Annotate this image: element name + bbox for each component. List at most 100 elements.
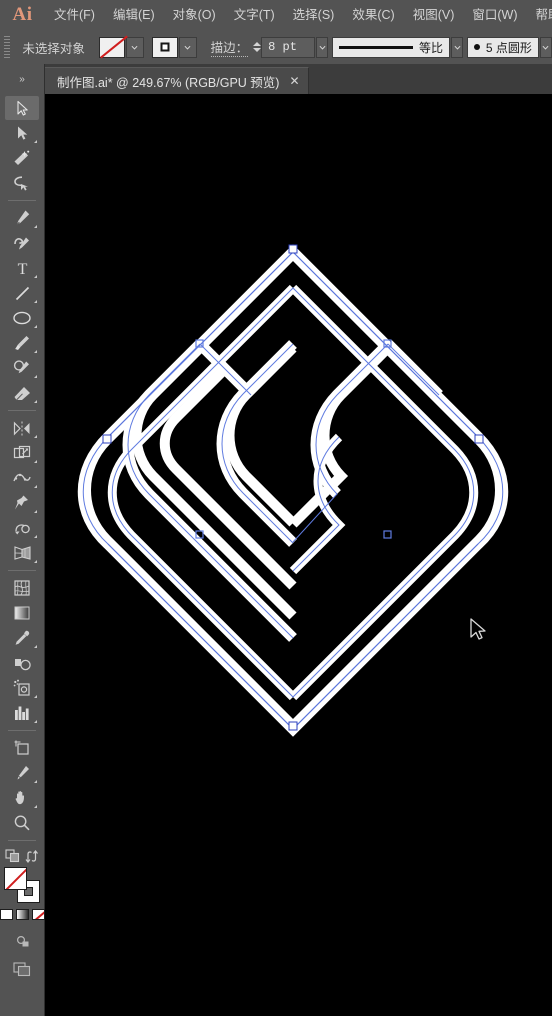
mesh-icon [14,580,30,596]
menu-item-type[interactable]: 文字(T) [225,0,284,30]
tool-expand-corner [34,460,37,463]
tool-expand-corner [34,325,37,328]
document-tab[interactable]: 制作图.ai* @ 249.67% (RGB/GPU 预览) ✕ [45,67,309,94]
column-graph-tool[interactable] [5,701,39,725]
chevron-down-icon [184,45,191,50]
free-transform-pin-icon [15,495,28,510]
paintbrush-icon [15,336,29,350]
screen-mode-button[interactable] [5,957,39,981]
width-profile-select[interactable]: 等比 [332,36,451,58]
direct-selection-tool[interactable] [5,121,39,145]
color-mode-button[interactable] [0,909,13,920]
fill-dropdown-button[interactable] [125,36,144,58]
uniform-profile-icon [339,45,413,49]
gradient-mode-button[interactable] [15,909,29,920]
document-tab-title: 制作图.ai* @ 249.67% (RGB/GPU 预览) [57,75,280,90]
lasso-icon [14,175,28,190]
shape-builder-tool[interactable] [5,516,39,540]
close-icon[interactable]: ✕ [289,75,299,87]
anchor-left[interactable] [102,434,112,444]
stroke-dropdown-button[interactable] [178,36,197,58]
artboard-tool[interactable] [5,736,39,760]
scale-tool[interactable] [5,441,39,465]
chevron-down-icon [542,45,549,50]
tool-divider [8,840,36,841]
pen-tool[interactable] [5,206,39,230]
tool-expand-corner [34,140,37,143]
menu-item-effect[interactable]: 效果(C) [343,0,403,30]
anchor-bottom[interactable] [288,721,298,731]
shaper-tool[interactable] [5,356,39,380]
document-tab-bar: » 制作图.ai* @ 249.67% (RGB/GPU 预览) ✕ [0,64,552,94]
paintbrush-tool[interactable] [5,331,39,355]
magic-wand-tool[interactable] [5,146,39,170]
fill-swatch[interactable] [98,36,125,58]
tool-expand-corner [34,805,37,808]
arrow-cursor-icon [470,618,486,640]
drawing-mode-button[interactable] [5,928,39,952]
magnifier-icon [14,815,30,831]
tool-divider [8,200,36,201]
width-profile-dropdown-button[interactable] [451,36,464,58]
hand-tool[interactable] [5,786,39,810]
draw-normal-icon[interactable] [5,849,21,863]
blend-tool[interactable] [5,651,39,675]
control-bar-grip[interactable] [4,36,11,58]
line-segment-tool[interactable] [5,281,39,305]
stroke-control[interactable] [151,36,197,58]
panel-collapse-button[interactable]: » [0,64,45,94]
anchor-right[interactable] [474,434,484,444]
free-transform-tool[interactable] [5,491,39,515]
chevron-down-icon [131,45,138,50]
fill-control[interactable] [98,36,144,58]
menu-item-edit[interactable]: 编辑(E) [104,0,164,30]
tool-expand-corner [34,780,37,783]
brush-definition-select[interactable]: 5 点圆形 [466,36,539,58]
width-profile-label: 等比 [419,40,444,55]
none-mode-button[interactable] [31,909,45,920]
anchor-lower-right[interactable] [383,530,392,539]
tool-divider [8,410,36,411]
menu-item-view[interactable]: 视图(V) [404,0,464,30]
type-tool[interactable]: T [5,256,39,280]
brush-definition-dropdown-button[interactable] [539,36,552,58]
menu-item-window[interactable]: 窗口(W) [463,0,526,30]
curvature-icon [14,237,29,250]
stroke-weight-input[interactable]: 8 pt [261,36,316,58]
selection-tool[interactable] [5,96,39,120]
symbol-sprayer-tool[interactable] [5,676,39,700]
lasso-tool[interactable] [5,171,39,195]
eyedropper-tool[interactable] [5,626,39,650]
gradient-tool[interactable] [5,601,39,625]
app-logo-icon: Ai [12,4,33,25]
fill-stroke-indicator [4,867,40,903]
curvature-tool[interactable] [5,231,39,255]
fill-color-swatch[interactable] [4,867,27,890]
artwork-svg [77,244,509,737]
mesh-tool[interactable] [5,576,39,600]
perspective-grid-tool[interactable] [5,541,39,565]
selection-paths [82,251,504,730]
stroke-weight-dropdown-button[interactable] [316,36,329,58]
rotate-tool[interactable] [5,416,39,440]
perspective-grid-icon [13,546,31,560]
tool-expand-corner [34,695,37,698]
stroke-swatch[interactable] [151,36,178,58]
canvas-area[interactable] [45,94,552,1016]
zoom-tool[interactable] [5,811,39,835]
swap-arrow-icon[interactable] [25,849,39,863]
blend-icon [14,658,31,670]
ellipse-icon [13,311,31,325]
width-tool[interactable] [5,466,39,490]
anchor-top[interactable] [288,244,298,254]
shaper-pencil-icon [13,360,29,374]
menu-item-help[interactable]: 帮助(H [527,0,552,30]
menu-item-file[interactable]: 文件(F) [45,0,104,30]
slice-tool[interactable] [5,761,39,785]
ellipse-tool[interactable] [5,306,39,330]
stroke-weight-stepper[interactable] [253,37,262,58]
eraser-tool[interactable] [5,381,39,405]
hand-icon [15,791,24,805]
menu-item-object[interactable]: 对象(O) [164,0,225,30]
menu-item-select[interactable]: 选择(S) [284,0,344,30]
